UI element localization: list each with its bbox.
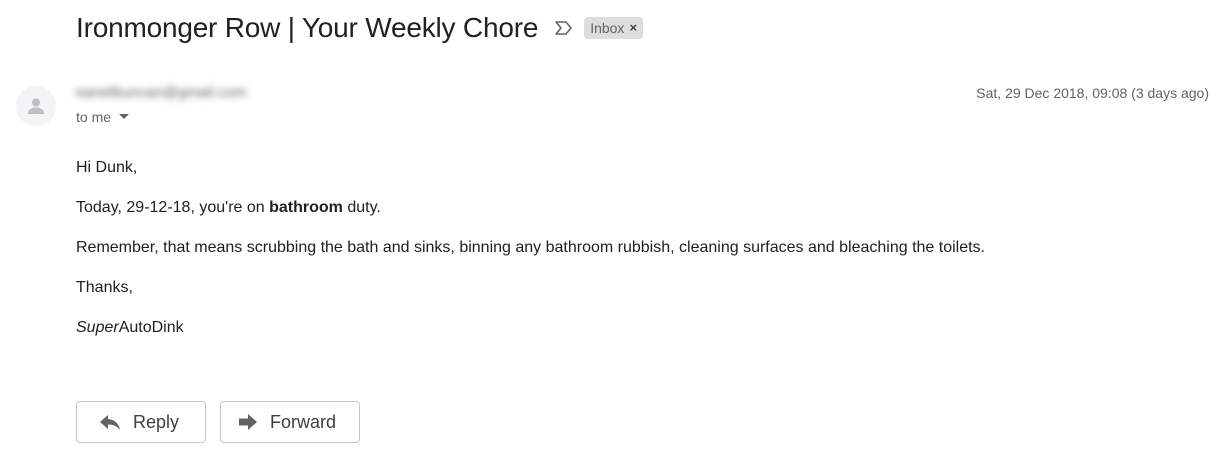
greeting: Hi Dunk,: [76, 159, 138, 176]
duty-line: Today, 29-12-18, you're on bathroom duty…: [76, 198, 1196, 238]
person-icon: [28, 98, 44, 114]
reply-button[interactable]: Reply: [76, 401, 206, 443]
signature: SuperAutoDink: [76, 318, 1196, 358]
signature-italic: Super: [76, 319, 119, 336]
dropdown-arrow-icon[interactable]: [119, 114, 130, 120]
thanks-line: Thanks,: [76, 279, 133, 296]
recipient-label: to me: [76, 109, 112, 125]
duty-text-after: duty.: [342, 199, 381, 216]
reply-label: Reply: [133, 411, 180, 432]
email-body: Hi Dunk, Today, 29-12-18, you're on bath…: [76, 158, 1196, 358]
subject-row: Ironmonger Row | Your Weekly Chore Inbox…: [76, 8, 644, 48]
duty-text-before: Today, 29-12-18, you're on: [76, 199, 270, 216]
email-subject: Ironmonger Row | Your Weekly Chore: [76, 12, 539, 43]
recipient-details[interactable]: to me: [76, 109, 130, 125]
forward-icon: [239, 414, 257, 430]
label-name: Inbox: [590, 20, 625, 36]
forward-button[interactable]: Forward: [220, 401, 360, 443]
reminder-line: Remember, that means scrubbing the bath …: [76, 239, 985, 256]
sender-avatar[interactable]: [16, 86, 56, 126]
forward-label: Forward: [270, 411, 337, 432]
remove-label-icon[interactable]: ×: [629, 17, 637, 39]
inbox-label-chip[interactable]: Inbox ×: [584, 17, 644, 39]
reply-icon: [100, 415, 120, 430]
duty-room: bathroom: [269, 199, 343, 216]
email-date: Sat, 29 Dec 2018, 09:08 (3 days ago): [976, 85, 1209, 101]
sender-email[interactable]: eanetbuncan@gmail.com: [76, 84, 246, 101]
importance-marker-icon[interactable]: [554, 20, 574, 36]
signature-rest: AutoDink: [118, 319, 184, 336]
